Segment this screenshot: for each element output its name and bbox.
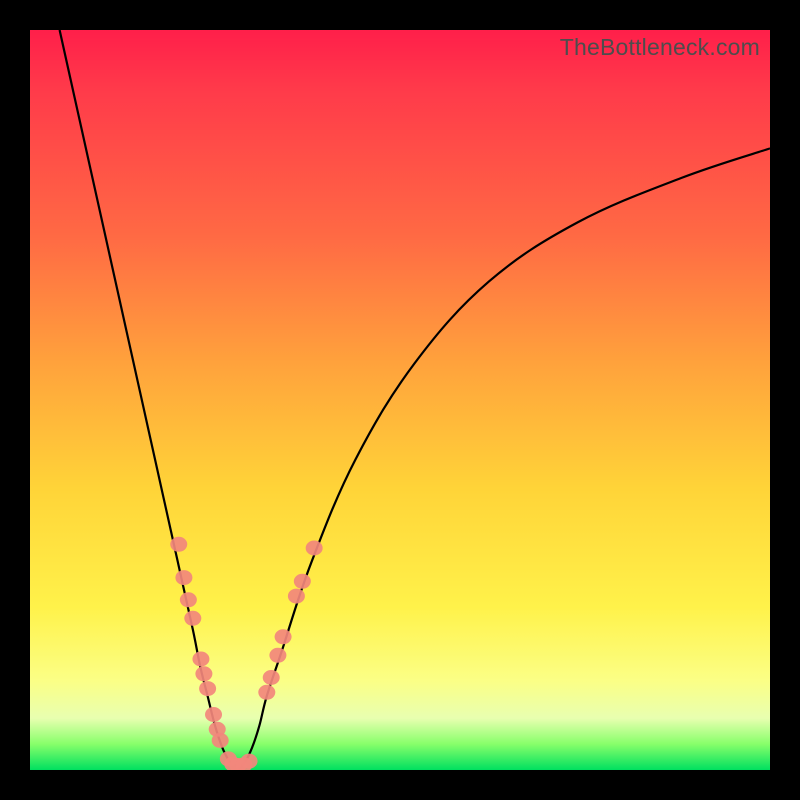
data-marker: [306, 541, 323, 556]
data-marker: [212, 733, 229, 748]
chart-frame: TheBottleneck.com: [0, 0, 800, 800]
data-markers: [170, 537, 322, 770]
data-marker: [180, 592, 197, 607]
data-marker: [294, 574, 311, 589]
data-marker: [170, 537, 187, 552]
data-marker: [269, 648, 286, 663]
curve-right-branch: [237, 148, 770, 770]
data-marker: [288, 589, 305, 604]
data-marker: [184, 611, 201, 626]
data-marker: [199, 681, 216, 696]
data-marker: [205, 707, 222, 722]
data-marker: [195, 666, 212, 681]
data-marker: [258, 685, 275, 700]
chart-overlay-svg: [30, 30, 770, 770]
data-marker: [275, 629, 292, 644]
plot-area: TheBottleneck.com: [30, 30, 770, 770]
data-marker: [192, 652, 209, 667]
data-marker: [263, 670, 280, 685]
data-marker: [175, 570, 192, 585]
data-marker: [241, 754, 258, 769]
